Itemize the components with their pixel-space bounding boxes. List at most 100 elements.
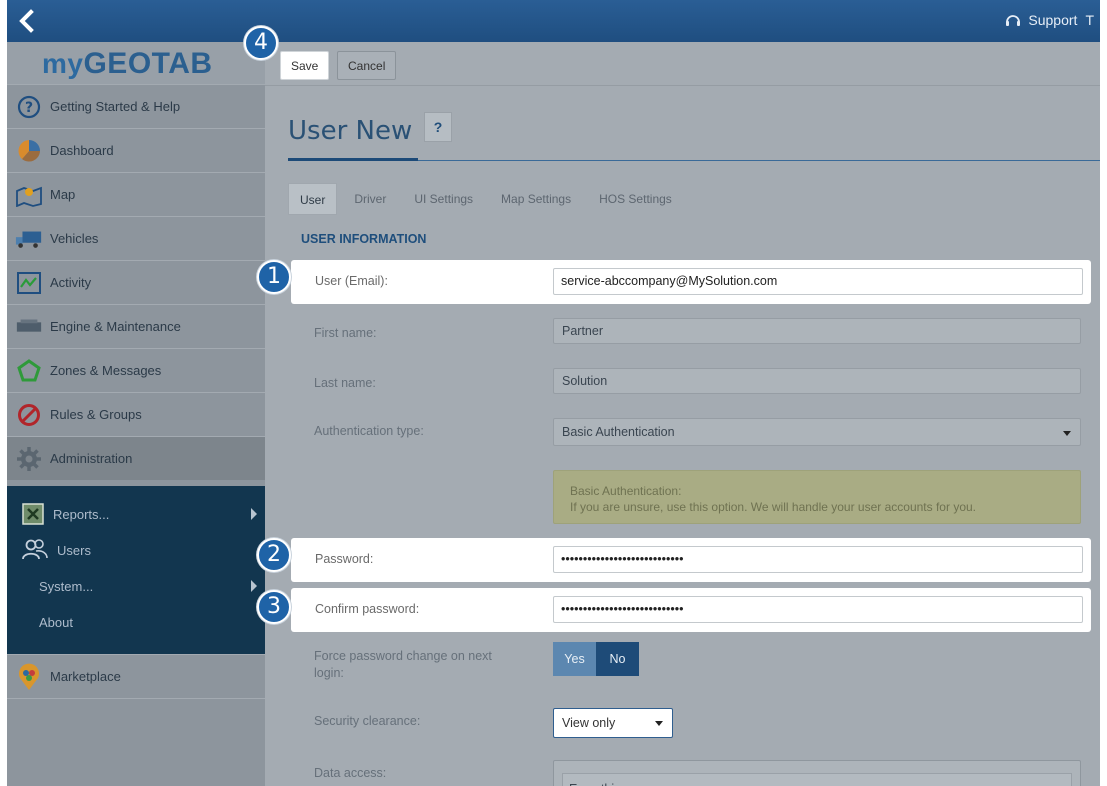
no-button[interactable]: No bbox=[596, 642, 639, 676]
marketplace-pin-icon bbox=[15, 663, 43, 691]
main-content: Save Cancel User New ? User Driver UI Se… bbox=[265, 42, 1100, 786]
last-name-field[interactable]: Solution bbox=[553, 368, 1081, 394]
chevron-right-icon bbox=[251, 508, 257, 520]
administration-submenu: Reports... Users System... About bbox=[7, 486, 265, 654]
zone-polygon-icon bbox=[15, 357, 43, 385]
sidebar-item-label: Getting Started & Help bbox=[50, 99, 181, 114]
sidebar-item-label: Dashboard bbox=[50, 143, 114, 158]
yes-button[interactable]: Yes bbox=[553, 642, 596, 676]
pie-chart-icon bbox=[15, 137, 43, 165]
sidebar-item-label: Zones & Messages bbox=[50, 363, 162, 378]
sidebar-item-vehicles[interactable]: Vehicles bbox=[7, 216, 265, 260]
dropdown-arrow-icon bbox=[1063, 431, 1071, 436]
submenu-item-system[interactable]: System... bbox=[7, 568, 265, 604]
last-name-label: Last name: bbox=[314, 376, 376, 390]
auth-type-value: Basic Authentication bbox=[562, 425, 675, 439]
save-button[interactable]: Save bbox=[280, 51, 330, 80]
password-field[interactable]: •••••••••••••••••••••••••••• bbox=[553, 546, 1083, 573]
submenu-item-label: About bbox=[39, 614, 73, 630]
topbar-trailing-text: T bbox=[1085, 12, 1094, 28]
sidebar: myGEOTAB ? Getting Started & Help Dashbo… bbox=[7, 42, 265, 786]
sidebar-item-label: Map bbox=[50, 187, 76, 202]
password-label: Password: bbox=[315, 552, 374, 566]
sidebar-item-label: Vehicles bbox=[50, 231, 99, 246]
sidebar-item-map[interactable]: Map bbox=[7, 172, 265, 216]
force-change-toggle: Yes No bbox=[553, 642, 639, 676]
excel-icon bbox=[22, 503, 44, 525]
first-name-label: First name: bbox=[314, 326, 377, 340]
engine-icon bbox=[15, 313, 43, 341]
support-label: Support bbox=[1028, 12, 1078, 28]
svg-text:?: ? bbox=[25, 100, 33, 116]
sidebar-item-rules[interactable]: Rules & Groups bbox=[7, 392, 265, 436]
tab-user[interactable]: User bbox=[288, 183, 338, 215]
submenu-item-label: System... bbox=[39, 578, 94, 594]
sidebar-item-engine[interactable]: Engine & Maintenance bbox=[7, 304, 265, 348]
security-clearance-value: View only bbox=[562, 716, 616, 730]
gear-icon bbox=[15, 445, 43, 473]
sidebar-item-label: Marketplace bbox=[50, 669, 121, 684]
sidebar-item-label: Activity bbox=[50, 275, 92, 290]
sidebar-item-label: Rules & Groups bbox=[50, 407, 142, 422]
page-title: User New bbox=[288, 116, 413, 146]
app-frame: Support T myGEOTAB ? Getting Started & H… bbox=[7, 0, 1100, 786]
sidebar-item-dashboard[interactable]: Dashboard bbox=[7, 128, 265, 172]
map-pin-icon bbox=[15, 181, 43, 209]
sidebar-item-zones[interactable]: Zones & Messages bbox=[7, 348, 265, 392]
security-clearance-select[interactable]: View only bbox=[553, 708, 673, 738]
sidebar-item-administration[interactable]: Administration bbox=[7, 436, 265, 480]
mygeotab-logo[interactable]: myGEOTAB bbox=[42, 47, 213, 81]
email-field[interactable]: service-abccompany@MySolution.com bbox=[553, 268, 1083, 295]
dropdown-arrow-icon bbox=[655, 721, 663, 726]
data-access-label: Data access: bbox=[314, 766, 387, 780]
submenu-item-label: Users bbox=[57, 542, 91, 558]
auth-note-text: If you are unsure, use this option. We w… bbox=[570, 500, 976, 514]
first-name-field[interactable]: Partner bbox=[553, 318, 1081, 344]
confirm-password-field[interactable]: •••••••••••••••••••••••••••• bbox=[553, 596, 1083, 623]
auth-type-select[interactable]: Basic Authentication bbox=[553, 418, 1081, 446]
callout-badge-2: 2 bbox=[257, 538, 291, 572]
toolbar: Save Cancel bbox=[265, 42, 1100, 86]
title-underline bbox=[288, 158, 418, 161]
auth-type-label: Authentication type: bbox=[314, 424, 424, 438]
tab-map-settings[interactable]: Map Settings bbox=[490, 183, 582, 215]
submenu-item-about[interactable]: About bbox=[7, 604, 265, 640]
sidebar-divider bbox=[7, 698, 265, 699]
tab-ui-settings[interactable]: UI Settings bbox=[403, 183, 484, 215]
top-bar: Support T bbox=[7, 0, 1100, 42]
sidebar-item-marketplace[interactable]: Marketplace bbox=[7, 654, 265, 698]
email-label: User (Email): bbox=[315, 274, 388, 288]
data-access-box[interactable]: Everything bbox=[553, 760, 1081, 786]
help-circle-icon: ? bbox=[15, 93, 43, 121]
headset-icon bbox=[1006, 15, 1021, 26]
data-access-value: Everything bbox=[562, 773, 1072, 786]
chevron-right-icon bbox=[251, 580, 257, 592]
support-link[interactable]: Support T bbox=[1004, 11, 1094, 29]
tab-hos-settings[interactable]: HOS Settings bbox=[588, 183, 683, 215]
sidebar-item-label: Engine & Maintenance bbox=[50, 319, 181, 334]
confirm-password-label: Confirm password: bbox=[315, 602, 420, 616]
sidebar-item-label: Administration bbox=[50, 451, 133, 466]
callout-badge-3: 3 bbox=[257, 590, 291, 624]
chevron-left-icon[interactable] bbox=[13, 6, 43, 36]
submenu-item-users[interactable]: Users bbox=[7, 532, 265, 568]
prohibited-icon bbox=[15, 401, 43, 429]
sidebar-item-getting-started[interactable]: ? Getting Started & Help bbox=[7, 84, 265, 128]
tab-driver[interactable]: Driver bbox=[343, 183, 397, 215]
confirm-password-row-highlight: Confirm password: ••••••••••••••••••••••… bbox=[291, 588, 1091, 632]
truck-icon bbox=[15, 225, 43, 253]
password-row-highlight: Password: •••••••••••••••••••••••••••• bbox=[291, 538, 1091, 582]
email-row-highlight: User (Email): service-abccompany@MySolut… bbox=[291, 260, 1091, 304]
callout-badge-4: 4 bbox=[244, 26, 278, 60]
tab-bar: User Driver UI Settings Map Settings HOS… bbox=[288, 183, 689, 215]
users-icon bbox=[22, 539, 48, 560]
sidebar-item-activity[interactable]: Activity bbox=[7, 260, 265, 304]
force-change-label: Force password change on next login: bbox=[314, 649, 492, 680]
submenu-item-label: Reports... bbox=[53, 506, 110, 522]
help-button[interactable]: ? bbox=[424, 112, 452, 142]
section-title: USER INFORMATION bbox=[301, 232, 427, 246]
cancel-button[interactable]: Cancel bbox=[337, 51, 397, 80]
logo-area: myGEOTAB bbox=[7, 42, 265, 84]
submenu-item-reports[interactable]: Reports... bbox=[7, 496, 265, 532]
callout-badge-1: 1 bbox=[257, 260, 291, 294]
